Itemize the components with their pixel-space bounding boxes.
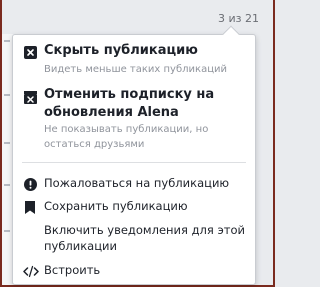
bookmark-icon bbox=[25, 199, 35, 214]
unfollow-item[interactable]: Отменить подписку на обновления Alena Не… bbox=[13, 81, 255, 157]
hide-post-title: Скрыть публикацию bbox=[44, 43, 198, 58]
notifications-item[interactable]: Включить уведомления для этой публикации bbox=[13, 220, 255, 256]
post-counter: 3 из 21 bbox=[218, 12, 259, 25]
hide-post-subtitle: Видеть меньше таких публикаций bbox=[44, 64, 228, 75]
post-options-menu: Скрыть публикацию Видеть меньше таких пу… bbox=[12, 25, 256, 285]
unfollow-subtitle-line2: остаться друзьями bbox=[44, 139, 145, 150]
code-icon bbox=[23, 263, 39, 278]
alert-icon bbox=[24, 176, 37, 191]
unfollow-icon bbox=[24, 89, 37, 104]
embed-item[interactable]: Встроить bbox=[13, 260, 255, 282]
hide-post-item[interactable]: Скрыть публикацию Видеть меньше таких пу… bbox=[13, 35, 255, 81]
save-post-item[interactable]: Сохранить публикацию bbox=[13, 196, 255, 218]
report-post-label: Пожаловаться на публикацию bbox=[44, 176, 230, 190]
report-post-item[interactable]: Пожаловаться на публикацию bbox=[13, 173, 255, 195]
unfollow-subtitle-line1: Не показывать публикации, но bbox=[44, 124, 209, 135]
close-box-icon bbox=[24, 44, 37, 59]
unfollow-title-line2: обновления Alena bbox=[44, 105, 179, 120]
menu-divider bbox=[22, 162, 246, 163]
embed-label: Встроить bbox=[44, 263, 101, 277]
notifications-label-line2: публикации bbox=[44, 239, 118, 253]
save-post-label: Сохранить публикацию bbox=[44, 199, 188, 213]
unfollow-title-line1: Отменить подписку на bbox=[44, 87, 215, 102]
notifications-label-line1: Включить уведомления для этой bbox=[44, 223, 245, 237]
bell-icon bbox=[24, 223, 37, 236]
